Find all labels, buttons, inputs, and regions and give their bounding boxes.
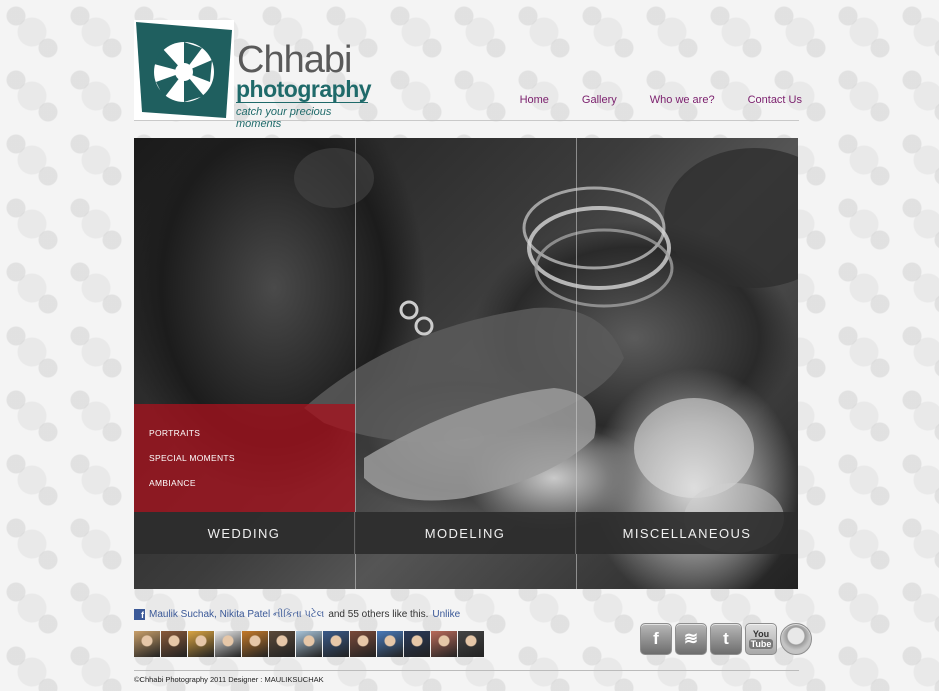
friend-avatar[interactable] bbox=[377, 631, 403, 657]
friend-avatar[interactable] bbox=[269, 631, 295, 657]
friend-avatar[interactable] bbox=[215, 631, 241, 657]
category-wedding[interactable]: WEDDING bbox=[134, 512, 355, 554]
nav-home[interactable]: Home bbox=[520, 94, 549, 106]
logo[interactable]: Chhabi photography catch your precious m… bbox=[134, 20, 374, 130]
friend-avatar[interactable] bbox=[296, 631, 322, 657]
friend-faces bbox=[134, 631, 484, 657]
wedding-submenu: PORTRAITS SPECIAL MOMENTS AMBIANCE bbox=[134, 404, 355, 512]
category-modeling[interactable]: MODELING bbox=[355, 512, 576, 554]
friend-avatar[interactable] bbox=[134, 631, 160, 657]
nav-gallery[interactable]: Gallery bbox=[582, 94, 617, 106]
brand-tagline: catch your precious moments bbox=[236, 106, 332, 130]
footer-credit: ©Chhabi Photography 2011 Designer : MAUL… bbox=[134, 675, 324, 684]
friend-avatar[interactable] bbox=[323, 631, 349, 657]
like-names[interactable]: Maulik Suchak, Nikita Patel નીકિતા પટેલ bbox=[149, 609, 324, 620]
main-nav: Home Gallery Who we are? Contact Us bbox=[520, 94, 802, 106]
friend-avatar[interactable] bbox=[161, 631, 187, 657]
aperture-logo-icon bbox=[134, 20, 234, 120]
friend-avatar[interactable] bbox=[458, 631, 484, 657]
nav-who-we-are[interactable]: Who we are? bbox=[650, 94, 715, 106]
youtube-icon[interactable]: You Tube bbox=[745, 623, 777, 655]
friend-avatar[interactable] bbox=[242, 631, 268, 657]
brand-subtitle: photography bbox=[236, 76, 372, 102]
category-miscellaneous[interactable]: MISCELLANEOUS bbox=[576, 512, 798, 554]
friend-avatar[interactable] bbox=[350, 631, 376, 657]
submenu-ambiance[interactable]: AMBIANCE bbox=[149, 478, 196, 488]
friend-avatar[interactable] bbox=[431, 631, 457, 657]
unlike-link[interactable]: Unlike bbox=[432, 609, 460, 620]
footer-divider bbox=[134, 670, 799, 671]
circle-icon[interactable] bbox=[780, 623, 812, 655]
rss-icon[interactable]: ≋ bbox=[675, 623, 707, 655]
brand-rule bbox=[236, 102, 368, 103]
hero-image: PORTRAITS SPECIAL MOMENTS AMBIANCE WEDDI… bbox=[134, 138, 798, 589]
youtube-label-you: You bbox=[752, 629, 770, 639]
facebook-like-line: f Maulik Suchak, Nikita Patel નીકિતા પટે… bbox=[134, 609, 460, 620]
nav-contact-us[interactable]: Contact Us bbox=[748, 94, 802, 106]
social-icons: f ≋ t You Tube bbox=[640, 623, 812, 655]
page: Chhabi photography catch your precious m… bbox=[0, 0, 939, 691]
friend-avatar[interactable] bbox=[188, 631, 214, 657]
facebook-mini-icon: f bbox=[134, 609, 145, 620]
category-bar: WEDDING MODELING MISCELLANEOUS bbox=[134, 512, 798, 554]
like-suffix: and 55 others like this. bbox=[328, 609, 429, 620]
youtube-label-tube: Tube bbox=[748, 639, 774, 649]
brand-title: Chhabi bbox=[237, 39, 352, 81]
header-divider bbox=[134, 120, 799, 121]
friend-avatar[interactable] bbox=[404, 631, 430, 657]
submenu-special-moments[interactable]: SPECIAL MOMENTS bbox=[149, 453, 235, 463]
submenu-portraits[interactable]: PORTRAITS bbox=[149, 428, 200, 438]
twitter-icon[interactable]: t bbox=[710, 623, 742, 655]
facebook-icon[interactable]: f bbox=[640, 623, 672, 655]
